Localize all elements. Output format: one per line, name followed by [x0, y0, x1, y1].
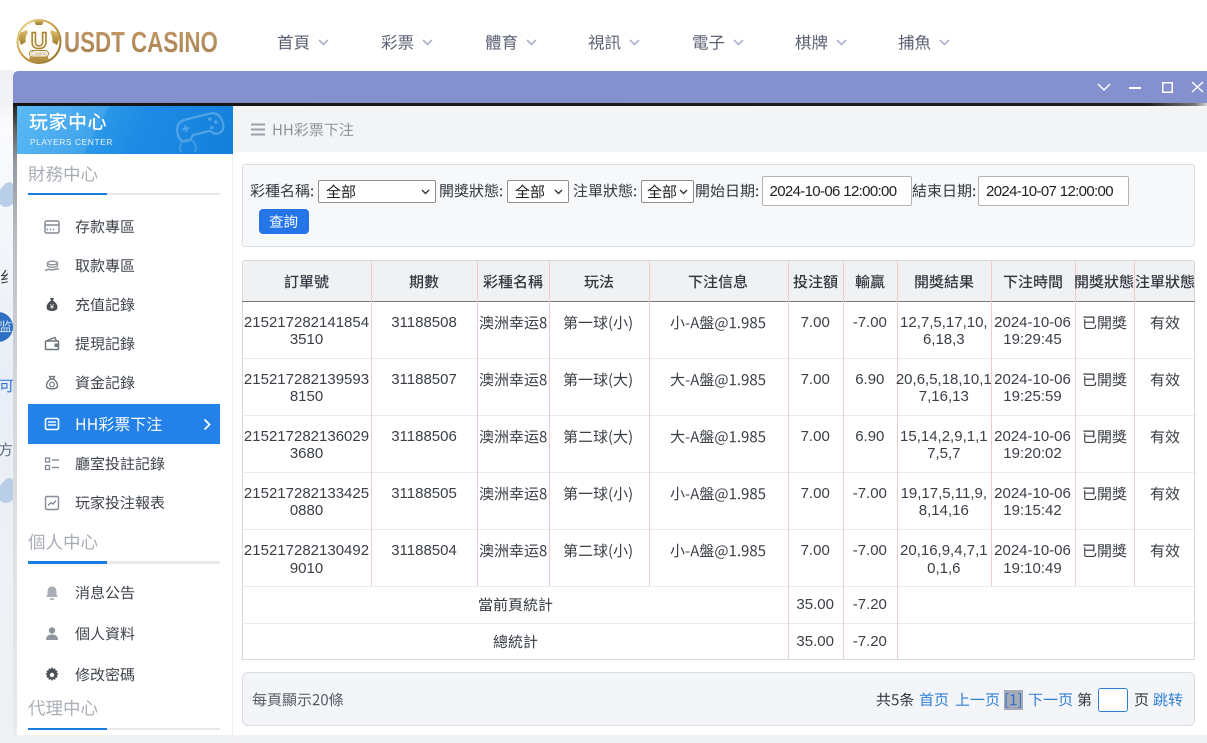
svg-text:Casino: Casino	[31, 52, 47, 58]
svg-text:¥: ¥	[50, 304, 54, 311]
svg-text:U: U	[31, 28, 48, 54]
